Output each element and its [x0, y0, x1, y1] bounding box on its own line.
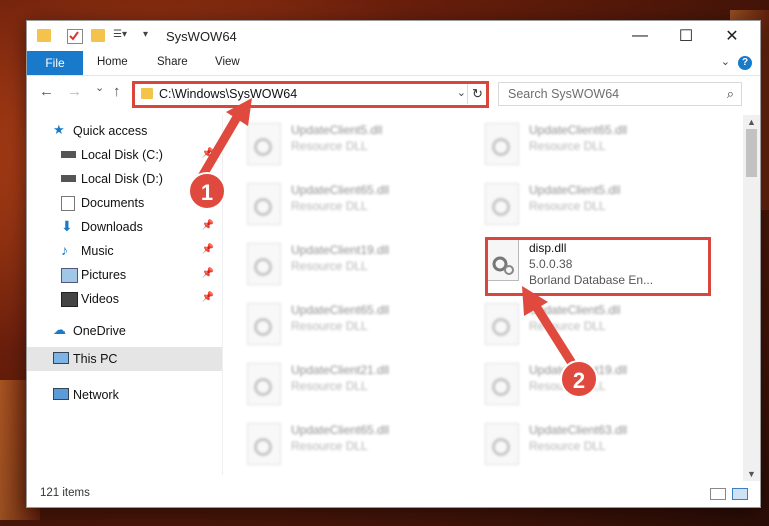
step-1-badge: 1 [188, 172, 226, 210]
arrow-1-icon [195, 107, 245, 185]
arrow-2-icon [527, 295, 580, 373]
annotation-arrows [195, 98, 580, 373]
step-2-badge: 2 [560, 360, 598, 398]
